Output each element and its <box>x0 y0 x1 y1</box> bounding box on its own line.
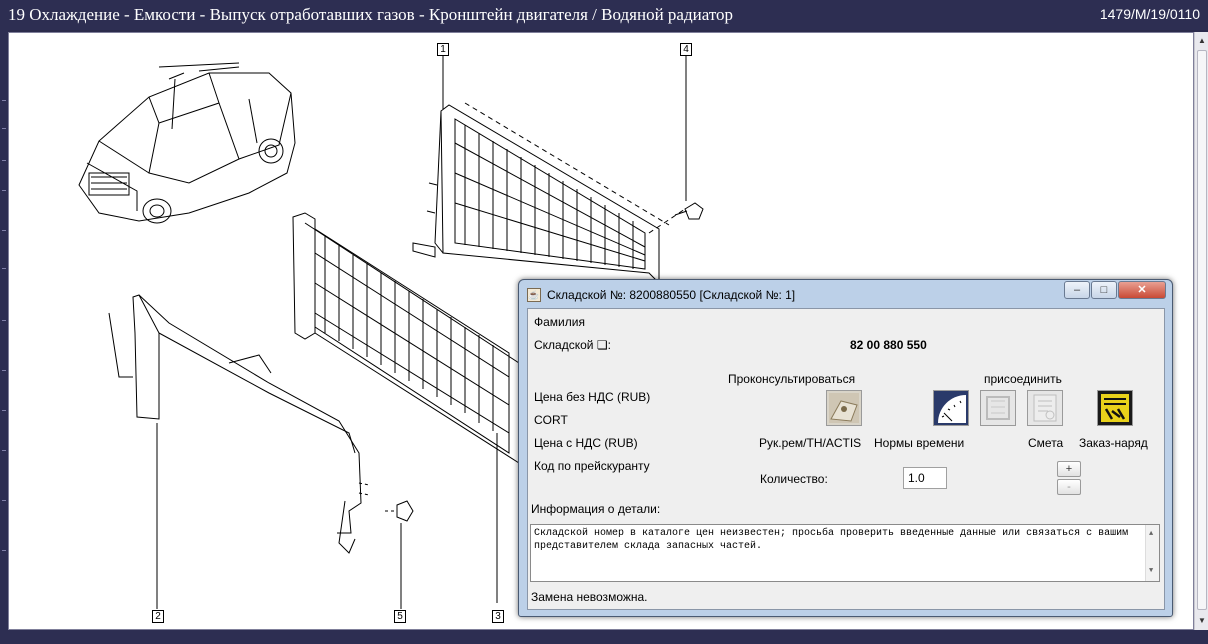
radiator-rear <box>412 102 686 285</box>
consult-label: Проконсультироваться <box>728 372 856 386</box>
dialog-content: Фамилия Складской ❏: 82 00 880 550 Проко… <box>527 308 1165 610</box>
vehicle-illustration <box>78 62 296 224</box>
clip-5 <box>385 500 414 609</box>
bottom-edge-strip <box>8 630 1208 644</box>
callout-2[interactable]: 2 <box>152 610 164 623</box>
part-info-dialog: ☕ Складской №: 8200880550 [Складской №: … <box>518 279 1173 617</box>
quantity-label: Количество: <box>760 472 828 486</box>
estimate-icon[interactable] <box>1027 390 1063 426</box>
part-info-textarea[interactable]: Складской номер в каталоге цен неизвесте… <box>530 524 1160 582</box>
info-scrollbar[interactable]: ▲ ▼ <box>1145 525 1159 581</box>
left-edge-strip <box>0 30 8 644</box>
scroll-down-arrow-icon[interactable]: ▼ <box>1149 565 1153 578</box>
scroll-up-arrow-icon[interactable]: ▲ <box>1149 528 1153 541</box>
manual-label: Рук.рем/TH/ACTIS <box>759 436 862 450</box>
callout-3[interactable]: 3 <box>492 610 504 623</box>
family-label: Фамилия <box>534 315 585 329</box>
manual-icon[interactable] <box>826 390 862 426</box>
dialog-title-bar[interactable]: ☕ Складской №: 8200880550 [Складской №: … <box>527 285 795 305</box>
scroll-thumb[interactable] <box>1197 50 1207 610</box>
callout-4[interactable]: 4 <box>680 43 692 56</box>
price-incl-vat-label: Цена с НДС (RUB) <box>534 436 638 450</box>
window-title: 19 Охлаждение - Емкости - Выпуск отработ… <box>8 5 734 24</box>
price-excl-vat-label: Цена без НДС (RUB) <box>534 390 651 404</box>
part-number-value: 82 00 880 550 <box>850 338 927 352</box>
scroll-down-arrow-icon[interactable]: ▼ <box>1196 614 1208 628</box>
work-order-icon[interactable] <box>1097 390 1133 426</box>
minimize-button[interactable]: – <box>1064 281 1090 299</box>
vertical-scrollbar[interactable]: ▲ ▼ <box>1194 32 1208 630</box>
work-order-label: Заказ-наряд <box>1079 436 1148 450</box>
price-list-code-label: Код по прейскуранту <box>534 459 650 473</box>
part-info-label: Информация о детали: <box>531 502 661 516</box>
part-number-label: Складской ❏: <box>534 338 611 352</box>
quantity-decrease-button[interactable]: - <box>1057 479 1081 495</box>
callout-5[interactable]: 5 <box>394 610 406 623</box>
status-text: Замена невозможна. <box>531 590 648 604</box>
maximize-button[interactable]: □ <box>1091 281 1117 299</box>
close-button[interactable]: ✕ <box>1118 281 1166 299</box>
condenser-front <box>292 212 520 603</box>
labour-times-label: Нормы времени <box>874 436 965 450</box>
cort-label: CORT <box>534 413 568 427</box>
scroll-up-arrow-icon[interactable]: ▲ <box>1196 34 1208 48</box>
window-title-bar: 19 Охлаждение - Емкости - Выпуск отработ… <box>0 0 1208 30</box>
quantity-increase-button[interactable]: + <box>1057 461 1081 477</box>
part-info-text: Складской номер в каталоге цен неизвесте… <box>534 528 1129 552</box>
callout-1[interactable]: 1 <box>437 43 449 56</box>
reference-code: 1479/M/19/0110 <box>1099 6 1200 22</box>
dialog-title: Складской №: 8200880550 [Складской №: 1] <box>547 288 796 302</box>
attach-icon-disabled <box>980 390 1016 426</box>
java-cup-icon: ☕ <box>527 288 541 302</box>
screw-4 <box>674 53 704 220</box>
attach-label: присоединить <box>984 372 1062 386</box>
estimate-label: Смета <box>1028 436 1064 450</box>
quantity-input[interactable]: 1.0 <box>903 467 947 489</box>
labour-times-icon[interactable] <box>933 390 969 426</box>
